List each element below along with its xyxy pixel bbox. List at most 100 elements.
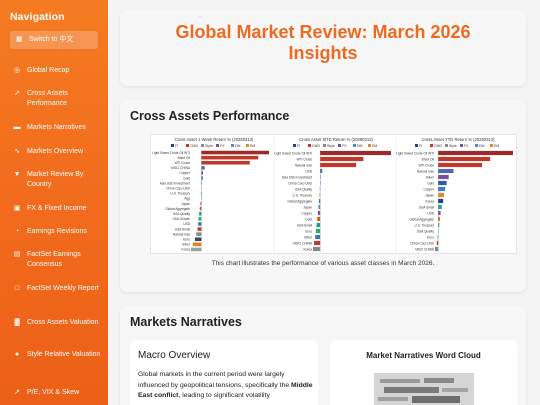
sidebar: Navigation ▦ Switch to 中文 ◎ Global Recap ↗ C…: [0, 0, 108, 405]
legend-label: Style: [449, 144, 457, 148]
sidebar-item-label: FactSet Weekly Report: [27, 285, 99, 292]
bar: [436, 240, 439, 246]
category-label: Korea: [303, 248, 312, 252]
document-icon: □: [14, 285, 20, 292]
money-icon: ▣: [13, 205, 21, 212]
bar: [317, 216, 321, 222]
legend-label: FX: [220, 144, 225, 148]
cycle-icon: ◔: [14, 228, 20, 235]
category-label: Global Aggregate: [287, 200, 312, 204]
globe-icon: ◎: [13, 67, 21, 74]
category-label: Copper: [180, 171, 191, 175]
cross-assets-chart-svg: Cross Asset 1 Week Return % (20260313) FI…: [152, 137, 513, 253]
language-switch-label: Switch to 中文: [29, 36, 74, 43]
category-label: USD: [305, 170, 312, 174]
bar: [438, 174, 449, 180]
category-label: USA Small: [175, 227, 191, 231]
sidebar-item-cross-assets-performance[interactable]: ↗ Cross Assets Performance: [12, 89, 104, 109]
legend-swatch: [368, 144, 371, 147]
sidebar-item-markets-overview[interactable]: ∿ Markets Overview: [12, 147, 104, 157]
legend-label: CMD: [434, 144, 442, 148]
bar: [200, 201, 202, 206]
word-cloud-graphic: [374, 373, 474, 405]
macro-text-part-1: Global markets in the current period wer…: [138, 371, 292, 389]
sidebar-item-global-recap[interactable]: ◎ Global Recap: [12, 66, 104, 76]
style-icon: ●: [14, 351, 20, 358]
language-switch-button[interactable]: ▦ Switch to 中文: [10, 31, 98, 49]
legend-label: FI: [419, 144, 422, 148]
bar: [198, 217, 202, 221]
bar: [194, 237, 202, 242]
bar: [435, 246, 439, 252]
chart-icon: ↗: [14, 389, 20, 396]
category-label: USA Quality: [295, 188, 313, 192]
sidebar-item-fx-fixed-income[interactable]: ▣ FX & Fixed Income: [12, 204, 104, 214]
category-label: Natural Gas: [295, 164, 312, 168]
bar: [315, 234, 321, 240]
chart-title: Cross Asset 1 Week Return % (20260313): [175, 137, 254, 142]
chart-panel-1: Cross Asset 1 Week Return % (20260313) FI…: [152, 137, 275, 253]
valuation-icon: ▓: [14, 319, 20, 326]
category-label: MSCI CHINA: [171, 166, 191, 170]
cross-assets-card: Cross Assets Performance Cross Asset 1 W…: [120, 100, 526, 292]
sidebar-item-p-e-vix-skew[interactable]: ↗ P/E, VIX & Skew: [12, 388, 104, 398]
category-label: Korea: [181, 248, 190, 252]
category-label: Gold: [427, 182, 434, 186]
bar: [438, 156, 491, 162]
category-label: USA Quality: [417, 230, 435, 234]
word-cloud-panel: Market Narratives Word Cloud: [330, 340, 517, 405]
category-label: Asia USD Investment: [160, 181, 190, 185]
bar: [192, 242, 202, 247]
legend-label: Style: [205, 144, 213, 148]
legend-swatch: [430, 144, 433, 147]
sidebar-item-label: FX & Fixed Income: [27, 205, 87, 212]
trend-icon: ∿: [14, 148, 20, 155]
category-label: Euro: [305, 230, 312, 234]
legend-label: DM: [235, 144, 241, 148]
bar: [201, 150, 269, 155]
bar: [438, 162, 483, 168]
sidebar-item-label: FactSet Earnings Consensus: [27, 251, 81, 268]
legend-swatch: [293, 144, 296, 147]
sidebar-item-cross-assets-valuation[interactable]: ▓ Cross Assets Valuation: [12, 318, 104, 328]
sidebar-item-market-review-by-country[interactable]: ▼ Market Review By Country: [12, 170, 104, 190]
bar: [199, 211, 202, 216]
legend-swatch: [490, 144, 493, 147]
category-label: China Corp USD: [410, 242, 434, 246]
sidebar-item-label: Earnings Revisions: [27, 228, 87, 235]
language-icon: ▦: [16, 36, 23, 43]
sidebar-item-factset-weekly-report[interactable]: □ FactSet Weekly Report: [12, 284, 104, 294]
title-card: Global Market Review: March 2026 Insight…: [120, 10, 526, 86]
bar: [313, 246, 321, 252]
cross-assets-heading: Cross Assets Performance: [130, 109, 290, 123]
chart-title: Cross Asset MTD Return % (20260313): [299, 137, 373, 142]
legend-swatch: [338, 144, 341, 147]
sidebar-item-earnings-revisions[interactable]: ◔ Earnings Revisions: [12, 227, 104, 237]
sidebar-item-label: Global Recap: [27, 67, 70, 74]
category-label: WTI Crude: [419, 164, 435, 168]
category-label: Natural Gas: [173, 232, 190, 236]
bar: [191, 247, 202, 252]
bar: [201, 166, 205, 170]
category-label: Light Sweet Crude Oil WTI: [274, 152, 312, 156]
sidebar-item-style-relative-valuation[interactable]: ● Style Relative Valuation: [12, 350, 104, 360]
sidebar-item-label: Style Relative Valuation: [27, 351, 101, 358]
sidebar-item-factset-earnings-consensus[interactable]: ▤ FactSet Earnings Consensus: [12, 250, 104, 270]
legend-swatch: [415, 144, 418, 147]
legend-label: FX: [464, 144, 469, 148]
bar: [201, 171, 204, 175]
category-label: Gold: [305, 218, 312, 222]
legend-swatch: [475, 144, 478, 147]
chat-icon: ▬: [13, 124, 21, 131]
database-icon: ▤: [13, 251, 21, 258]
category-label: USA Quality: [173, 212, 191, 216]
bar: [319, 198, 321, 204]
category-label: China Corp USD: [166, 187, 190, 191]
category-label: Japan: [181, 202, 190, 206]
category-label: Japan: [303, 206, 312, 210]
chart-title: Cross Asset YTD Return % (20260313): [421, 137, 495, 142]
legend-swatch: [460, 144, 463, 147]
sidebar-item-markets-narratives[interactable]: ▬ Markets Narratives: [12, 123, 104, 133]
bar: [199, 206, 202, 211]
category-label: WTI Crude: [297, 158, 313, 162]
